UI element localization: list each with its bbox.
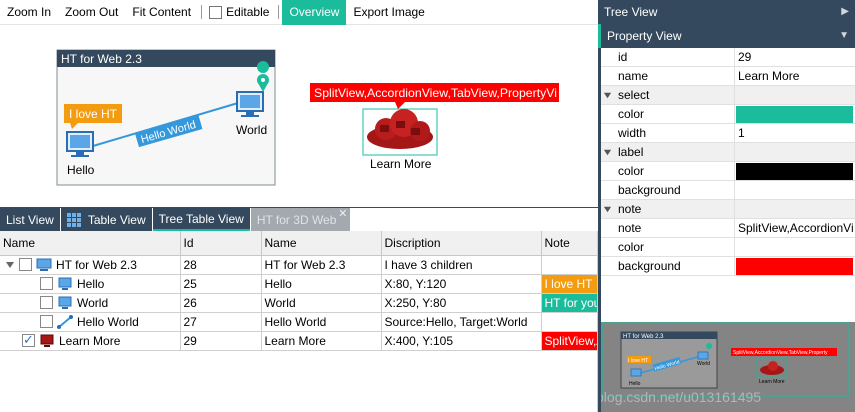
property-row-note-color[interactable]: color — [601, 238, 855, 257]
row-checkbox[interactable] — [40, 277, 53, 290]
property-row-label-color[interactable]: color — [601, 162, 855, 181]
overview-world-label: World — [697, 361, 710, 367]
edge-icon — [57, 314, 73, 329]
chevron-right-icon: ▶ — [841, 6, 849, 17]
toolbar-separator — [201, 5, 203, 19]
graph-view[interactable]: HT for Web 2.3 Hello World Hello I love … — [0, 25, 598, 206]
close-icon[interactable]: ✕ — [338, 203, 347, 225]
column-header-id[interactable]: Id — [180, 231, 262, 256]
hello-label: Hello — [67, 163, 95, 177]
note-badge: I love HT — [541, 274, 597, 292]
property-row-select-width[interactable]: width 1 — [601, 124, 855, 143]
table-row[interactable]: HT for Web 2.3 28 HT for Web 2.3 I have … — [0, 255, 597, 275]
column-header-name2[interactable]: Name — [261, 231, 382, 256]
chevron-down-icon: ▼ — [839, 30, 849, 41]
overview-hello-label: Hello — [629, 381, 641, 387]
collapse-triangle-icon[interactable] — [603, 205, 612, 214]
watermark: https://blog.csdn.net/u013161495 — [601, 389, 761, 405]
toolbar-separator — [278, 5, 280, 19]
toolbar: Zoom In Zoom Out Fit Content Editable Ov… — [0, 0, 598, 25]
tab-ht-3d-web[interactable]: HT for 3D Web ✕ — [250, 208, 351, 231]
property-row-name[interactable]: name Learn More — [601, 67, 855, 86]
zoom-in-button[interactable]: Zoom In — [0, 0, 58, 25]
overview-toggle-button[interactable]: Overview — [282, 0, 347, 25]
property-category-select[interactable]: select — [601, 86, 855, 105]
table-header-row: Name Id Name Discription Note — [0, 231, 597, 256]
world-label: World — [236, 123, 267, 137]
table-row[interactable]: Learn More 29 Learn More X:400, Y:105 Sp… — [0, 331, 597, 351]
collapse-triangle-icon[interactable] — [603, 148, 612, 157]
property-row-label-background[interactable]: background — [601, 181, 855, 200]
export-image-button[interactable]: Export Image — [346, 0, 431, 25]
overview-learn-label: Learn More — [759, 379, 785, 385]
overview-world-node — [697, 351, 709, 360]
collapse-triangle-icon[interactable] — [603, 91, 612, 100]
overview-note-hello: I love HT — [628, 358, 648, 364]
column-header-note[interactable]: Note — [541, 231, 597, 256]
learn-more-icon — [40, 334, 54, 347]
editable-checkbox[interactable]: Editable — [205, 0, 275, 25]
note-badge: HT for you — [541, 293, 597, 311]
property-row-select-color[interactable]: color — [601, 105, 855, 124]
group-title: HT for Web 2.3 — [61, 52, 142, 66]
column-header-description[interactable]: Discription — [381, 231, 542, 256]
table-row[interactable]: World 26 World X:250, Y:80 HT for you — [0, 293, 597, 313]
tree-table-view[interactable]: Name Id Name Discription Note HT for Web… — [0, 231, 598, 412]
note-badge: SplitView,A — [541, 331, 597, 349]
property-view[interactable]: id 29 name Learn More select color width… — [601, 48, 855, 322]
overview-note-learn: SplitView,AccordionView,TabView,Property — [733, 350, 828, 356]
table-row[interactable]: Hello 25 Hello X:80, Y:120 I love HT — [0, 274, 597, 294]
property-category-label[interactable]: label — [601, 143, 855, 162]
overview-hello-node — [630, 368, 642, 377]
overview-canvas[interactable]: HT for Web 2.3 I love HT Hello World Hel… — [601, 322, 855, 412]
graph-canvas[interactable]: HT for Web 2.3 Hello World Hello I love … — [0, 25, 598, 206]
color-swatch[interactable] — [736, 162, 853, 180]
row-checkbox[interactable] — [40, 296, 53, 309]
note-learn-more: SplitView,AccordionView,TabView,Property… — [310, 83, 559, 109]
property-row-id[interactable]: id 29 — [601, 48, 855, 67]
accordion-property-view[interactable]: Property View ▼ — [598, 24, 855, 48]
row-checkbox[interactable] — [40, 315, 53, 328]
expand-triangle-icon[interactable] — [5, 260, 15, 270]
color-swatch[interactable] — [736, 105, 853, 123]
property-category-note[interactable]: note — [601, 200, 855, 219]
tab-bar: List View Table View Tree Table View HT … — [0, 207, 598, 231]
right-panel: Tree View ▶ Property View ▼ id 29 name L… — [598, 0, 855, 412]
overview-panel[interactable]: HT for Web 2.3 I love HT Hello World Hel… — [601, 322, 855, 412]
zoom-out-button[interactable]: Zoom Out — [58, 0, 125, 25]
row-checkbox[interactable] — [22, 332, 35, 348]
tab-list-view[interactable]: List View — [0, 208, 60, 231]
editable-label: Editable — [226, 5, 270, 19]
cloud-icon — [367, 109, 433, 149]
column-header-name[interactable]: Name — [0, 231, 181, 256]
editable-checkbox-box[interactable] — [209, 5, 223, 19]
computer-icon — [58, 296, 72, 309]
overview-group-title: HT for Web 2.3 — [623, 334, 664, 340]
property-row-note[interactable]: note SplitView,AccordionVi — [601, 219, 855, 238]
overview-pin-icon — [706, 343, 712, 349]
grid-icon — [66, 212, 81, 227]
computer-icon — [58, 277, 72, 290]
learn-more-label: Learn More — [370, 157, 432, 171]
learn-more-node[interactable]: Learn More — [362, 108, 438, 171]
table-row[interactable]: Hello World 27 Hello World Source:Hello,… — [0, 312, 597, 332]
tab-table-view[interactable]: Table View — [60, 208, 152, 231]
color-swatch[interactable] — [736, 257, 853, 275]
group-icon — [36, 258, 52, 271]
fit-content-button[interactable]: Fit Content — [125, 0, 198, 25]
row-checkbox[interactable] — [19, 258, 32, 271]
property-row-note-background[interactable]: background — [601, 257, 855, 276]
svg-text:SplitView,AccordionView,TabVie: SplitView,AccordionView,TabView,Property… — [314, 86, 557, 100]
svg-text:I love HT: I love HT — [69, 107, 118, 121]
accordion-tree-view[interactable]: Tree View ▶ — [598, 0, 855, 24]
tab-tree-table-view[interactable]: Tree Table View — [152, 208, 250, 231]
